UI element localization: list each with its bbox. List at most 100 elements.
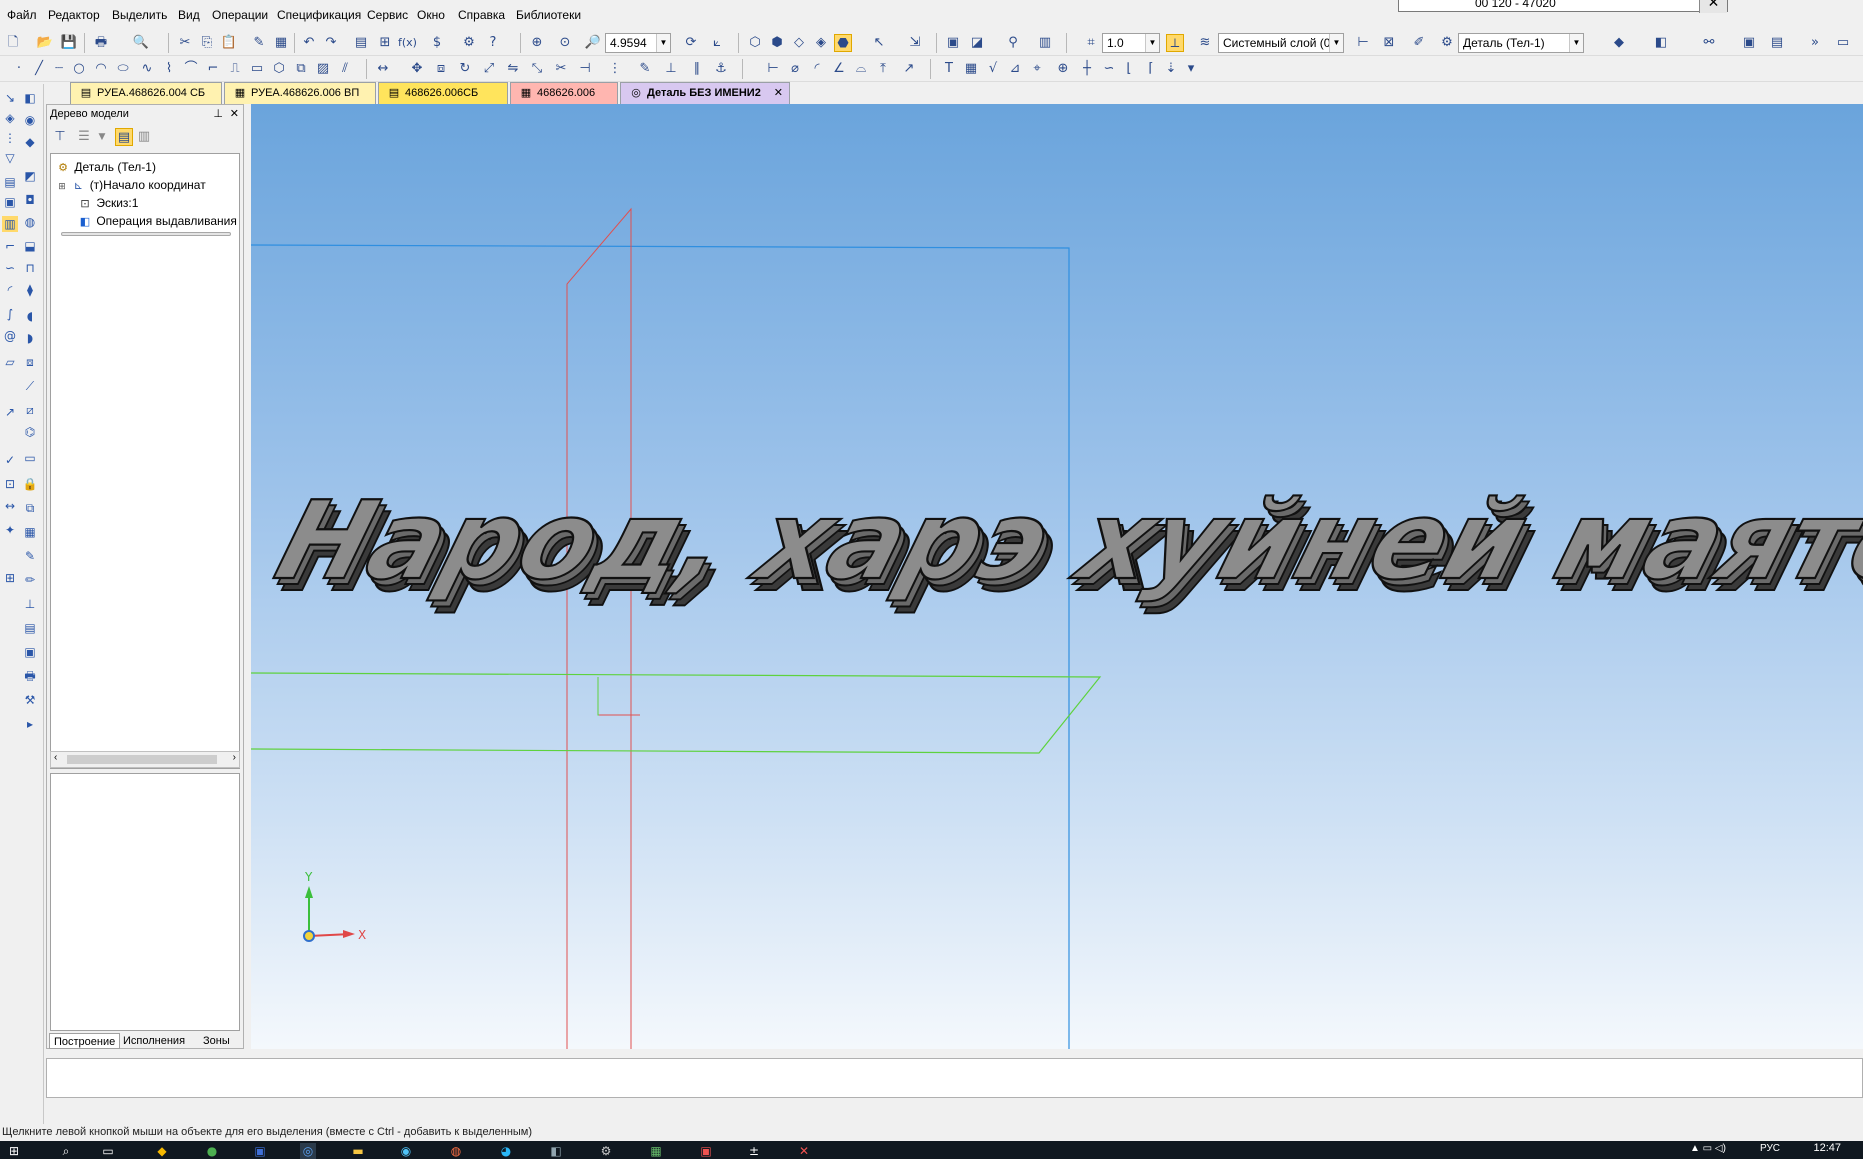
select-filter-icon[interactable]: ⚙ (460, 34, 478, 52)
window-mode-icon[interactable]: ▭ (1834, 34, 1852, 52)
spec-tool-icon[interactable]: ▦ (22, 524, 38, 540)
tab-doc-4[interactable]: ▦ 468626.006 (510, 82, 618, 104)
zoom-in-icon[interactable]: 🔎 (584, 34, 602, 52)
fillet-icon[interactable]: ⌒ (182, 60, 200, 78)
param-tool-icon[interactable]: ⊞ (2, 570, 18, 586)
table-icon[interactable]: ▦ (272, 34, 290, 52)
dimension-icon[interactable]: ↔ (374, 60, 392, 78)
spline-icon[interactable]: ∿ (138, 60, 156, 78)
edit-part-icon[interactable]: ✐ (1410, 34, 1428, 52)
cut-extrude-icon[interactable]: ◩ (22, 168, 38, 184)
chevron-right-icon[interactable]: ▸ (22, 716, 38, 732)
toolbar-more-icon[interactable]: ▾ (1182, 60, 1200, 78)
settings-icon[interactable]: ⚙ (598, 1143, 614, 1159)
draft-icon[interactable]: ⟋ (22, 378, 38, 394)
menu-window[interactable]: Окно (417, 8, 445, 22)
copy-geom-icon[interactable]: ⧈ (432, 60, 450, 78)
tree-item-sketch[interactable]: ⊡ Эскиз:1 (77, 194, 138, 212)
select-object-icon[interactable]: ↖ (870, 34, 888, 52)
rectangle-icon[interactable]: ▭ (248, 60, 266, 78)
save-icon[interactable]: 💾 (60, 34, 78, 52)
polyline-icon[interactable]: ⌇ (160, 60, 178, 78)
bend-tool-icon[interactable]: ⌐ (2, 238, 18, 254)
menu-help[interactable]: Справка (458, 8, 505, 22)
pin-icon[interactable]: ⊥ (213, 105, 223, 123)
mark-tool-icon[interactable]: ✦ (2, 522, 18, 538)
halftone-icon[interactable]: ◈ (812, 34, 830, 52)
wave-icon[interactable]: ∽ (1100, 60, 1118, 78)
equidistant-icon[interactable]: ⫽ (336, 60, 354, 78)
axis-tool-icon[interactable]: ↗ (2, 404, 18, 420)
filter-tool-icon[interactable]: ▽ (2, 150, 18, 166)
app-icon-1[interactable]: ◆ (154, 1143, 170, 1159)
view-arrow-icon[interactable]: ⇣ (1162, 60, 1180, 78)
cut-icon[interactable]: ✂ (176, 34, 194, 52)
mirror-body-icon[interactable]: ⧫ (22, 282, 38, 298)
undo-icon[interactable]: ↶ (300, 34, 318, 52)
base-icon[interactable]: ⊿ (1006, 60, 1024, 78)
bracket-icon[interactable]: ⌊ (1120, 60, 1138, 78)
horizontal-scrollbar[interactable]: ‹ › (50, 751, 240, 768)
break-icon[interactable]: ⊣ (576, 60, 594, 78)
tree-item-extrude[interactable]: ◧ Операция выдавливания (77, 212, 237, 230)
measure-icon[interactable]: ⚲ (1004, 34, 1022, 52)
app-icon-6[interactable]: ▣ (698, 1143, 714, 1159)
array-icon[interactable]: ⋮ (606, 60, 624, 78)
ortho-mode-icon[interactable]: ⟂ (1166, 34, 1184, 52)
close-tab-icon[interactable]: ✕ (774, 83, 783, 103)
tree-item-origin[interactable]: ⊞ ⊾ (т)Начало координат (57, 176, 205, 196)
tab-doc-2[interactable]: ▦ РУЕА.468626.006 ВП (224, 82, 376, 104)
loft-icon[interactable]: ◆ (22, 134, 38, 150)
table-insert-icon[interactable]: ▦ (962, 60, 980, 78)
height-dim-icon[interactable]: ⤒ (874, 60, 892, 78)
app-icon-3[interactable]: ▣ (252, 1143, 268, 1159)
chevron-down-icon[interactable]: ▼ (1329, 34, 1343, 52)
measure-tool-icon[interactable]: ⊡ (2, 476, 18, 492)
copy-icon[interactable]: ⎘ (198, 34, 216, 52)
menu-select[interactable]: Выделить (112, 8, 167, 22)
format-icon[interactable]: ✎ (250, 34, 268, 52)
aux-line-icon[interactable]: ┈ (50, 60, 68, 78)
tolerance-icon[interactable]: ⌖ (1028, 60, 1046, 78)
section-icon[interactable]: ◪ (968, 34, 986, 52)
excel-icon[interactable]: ▦ (648, 1143, 664, 1159)
more-tools-icon[interactable]: » (1806, 34, 1824, 52)
selection-mode-icon[interactable]: ⇲ (906, 34, 924, 52)
cut-line-icon[interactable]: ⌈ (1142, 60, 1160, 78)
shell-icon[interactable]: ⬓ (22, 238, 38, 254)
rotate-icon[interactable]: ⟳ (682, 34, 700, 52)
plane-tool-icon[interactable]: ▱ (2, 354, 18, 370)
scale-icon[interactable]: ⤢ (480, 60, 498, 78)
split-icon[interactable]: ⧄ (22, 402, 38, 418)
menu-specification[interactable]: Спецификация (277, 8, 361, 22)
print-tool-icon[interactable]: 🖶 (22, 668, 38, 684)
chevron-down-icon[interactable]: ▼ (1569, 34, 1583, 52)
app-icon-2[interactable]: ● (204, 1143, 220, 1159)
constraint-icon[interactable]: ∥ (688, 60, 706, 78)
thread-icon[interactable]: ⌬ (22, 424, 38, 440)
chevron-down-icon[interactable]: ▼ (93, 128, 111, 146)
menu-service[interactable]: Сервис (367, 8, 408, 22)
preview-icon[interactable]: 🔍 (132, 34, 150, 52)
redo-icon[interactable]: ↷ (322, 34, 340, 52)
app-icon-7[interactable]: ✕ (796, 1143, 812, 1159)
thin-lines-icon[interactable]: ◇ (790, 34, 808, 52)
sheet-icon[interactable]: ▭ (22, 450, 38, 466)
expand-icon[interactable]: ⊞ (57, 178, 67, 196)
open-folder-icon[interactable]: 📂 (36, 34, 54, 52)
arc-dim-icon[interactable]: ⌓ (852, 60, 870, 78)
task-view-icon[interactable]: ▭ (100, 1143, 116, 1159)
paste-icon[interactable]: 📋 (220, 34, 238, 52)
local-cs-icon[interactable]: ⊢ (1354, 34, 1372, 52)
extrude-icon[interactable]: ◧ (22, 90, 38, 106)
report-icon[interactable]: ▤ (1768, 34, 1786, 52)
contour-icon[interactable]: ⎍ (226, 60, 244, 78)
close-icon[interactable]: ✕ (230, 105, 239, 123)
report-tool-icon[interactable]: ▤ (22, 620, 38, 636)
help-pointer-icon[interactable]: ? (484, 34, 502, 52)
tray-icons[interactable]: ▲ ▭ ◁) (1690, 1143, 1726, 1154)
properties-icon[interactable]: ▥ (1036, 34, 1054, 52)
ellipse-icon[interactable]: ⬭ (114, 60, 132, 78)
app-icon-4[interactable]: ◕ (498, 1143, 514, 1159)
active-tool-icon[interactable]: ▥ (2, 216, 18, 232)
